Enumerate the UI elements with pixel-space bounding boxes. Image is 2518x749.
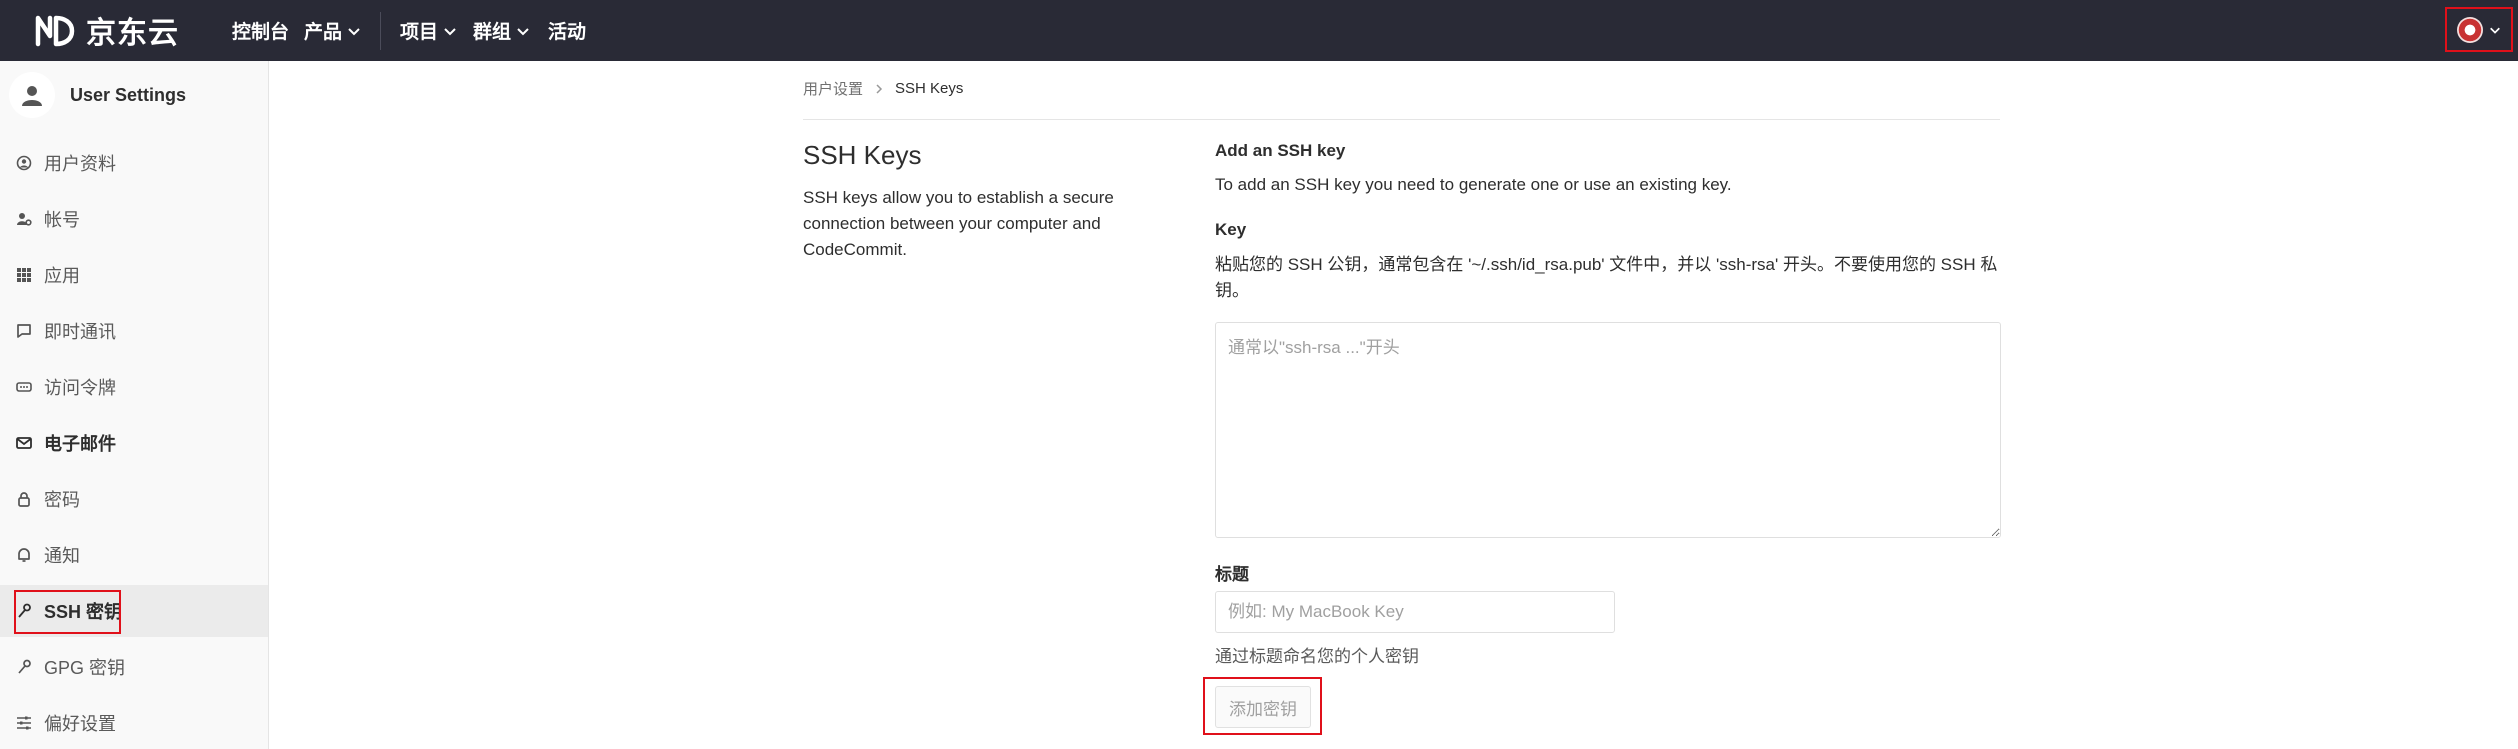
account-gear-icon [16, 211, 32, 227]
chat-bubble-icon [16, 323, 32, 339]
sidebar-item-label: 密码 [44, 490, 80, 510]
chevron-right-icon [876, 83, 883, 94]
envelope-icon [16, 435, 32, 451]
nav-products[interactable]: 产品 [304, 0, 361, 61]
breadcrumb-current: SSH Keys [895, 80, 964, 97]
nav-activity[interactable]: 活动 [548, 0, 586, 61]
sidebar-item-gpg-keys[interactable]: GPG 密钥 [0, 641, 268, 693]
nav-activity-label: 活动 [548, 22, 587, 43]
sidebar-item-label: 应用 [44, 266, 80, 286]
bell-icon [16, 547, 32, 563]
user-circle-icon [16, 155, 32, 171]
nav-divider [380, 12, 381, 50]
sidebar-item-access-tokens[interactable]: 访问令牌 [0, 361, 268, 413]
nav-groups-label: 群组 [473, 22, 512, 43]
brand-logo[interactable]: 京东云 [34, 10, 179, 50]
key-icon [16, 659, 32, 675]
sidebar-item-label: 即时通讯 [44, 322, 116, 342]
jdcloud-logo-icon [35, 15, 75, 47]
chevron-down-icon [517, 27, 529, 35]
add-key-button[interactable]: 添加密钥 [1215, 686, 1311, 728]
nav-console[interactable]: 控制台 [232, 0, 289, 61]
chevron-down-icon [348, 27, 360, 35]
sidebar-item-label: 帐号 [44, 210, 80, 230]
form-heading: Add an SSH key [1215, 141, 1346, 160]
breadcrumb-parent[interactable]: 用户设置 [803, 78, 863, 99]
nav-console-label: 控制台 [232, 22, 290, 43]
sidebar-title: User Settings [70, 84, 187, 105]
sidebar-item-label: 通知 [44, 546, 80, 566]
header-divider [803, 119, 2000, 120]
sidebar-item-applications[interactable]: 应用 [0, 249, 268, 301]
key-title-input[interactable] [1215, 591, 1615, 633]
title-field-label: 标题 [1215, 565, 1249, 584]
sidebar-item-profile[interactable]: 用户资料 [0, 137, 268, 189]
settings-sidebar: User Settings 用户资料 帐号 应用 即时通讯 访问令牌 电子邮件 … [0, 61, 269, 749]
top-navbar: 京东云 控制台 产品 项目 群组 活动 [0, 0, 2518, 61]
sidebar-item-account[interactable]: 帐号 [0, 193, 268, 245]
sidebar-item-label: 用户资料 [44, 154, 116, 174]
title-field-help: 通过标题命名您的个人密钥 [1215, 647, 1419, 666]
chevron-down-icon [2490, 27, 2500, 34]
brand-name: 京东云 [86, 17, 179, 50]
sidebar-avatar [9, 72, 55, 118]
nav-products-label: 产品 [304, 22, 343, 43]
user-avatar [2457, 16, 2483, 43]
sidebar-item-label: 访问令牌 [44, 378, 116, 398]
nav-projects-label: 项目 [400, 22, 439, 43]
breadcrumb: 用户设置 SSH Keys [803, 78, 963, 99]
sidebar-header[interactable]: User Settings [0, 69, 269, 121]
form-intro: To add an SSH key you need to generate o… [1215, 175, 1732, 194]
key-field-label: Key [1215, 220, 1247, 239]
nav-projects[interactable]: 项目 [400, 0, 457, 61]
sidebar-item-chat[interactable]: 即时通讯 [0, 305, 268, 357]
token-icon [16, 379, 32, 395]
person-icon [22, 86, 42, 106]
page-title: SSH Keys [803, 140, 922, 170]
sidebar-item-label: 偏好设置 [44, 714, 116, 734]
sidebar-item-password[interactable]: 密码 [0, 473, 268, 525]
lock-icon [16, 491, 32, 507]
chevron-down-icon [444, 27, 456, 35]
user-menu-button[interactable] [2445, 7, 2513, 52]
page-description: SSH keys allow you to establish a secure… [803, 188, 1114, 259]
sidebar-item-emails[interactable]: 电子邮件 [0, 417, 268, 469]
grid-apps-icon [16, 267, 32, 283]
sliders-icon [16, 715, 32, 731]
sidebar-item-label: SSH 密钥 [44, 602, 123, 622]
ssh-key-textarea[interactable] [1215, 322, 2001, 538]
key-icon [16, 603, 32, 619]
sidebar-item-label: GPG 密钥 [44, 658, 126, 678]
sidebar-item-preferences[interactable]: 偏好设置 [0, 697, 268, 749]
sidebar-item-ssh-keys[interactable]: SSH 密钥 [0, 585, 268, 637]
nav-groups[interactable]: 群组 [473, 0, 530, 61]
key-field-help: 粘贴您的 SSH 公钥，通常包含在 '~/.ssh/id_rsa.pub' 文件… [1215, 255, 1998, 300]
sidebar-item-notifications[interactable]: 通知 [0, 529, 268, 581]
sidebar-item-label: 电子邮件 [44, 434, 116, 454]
